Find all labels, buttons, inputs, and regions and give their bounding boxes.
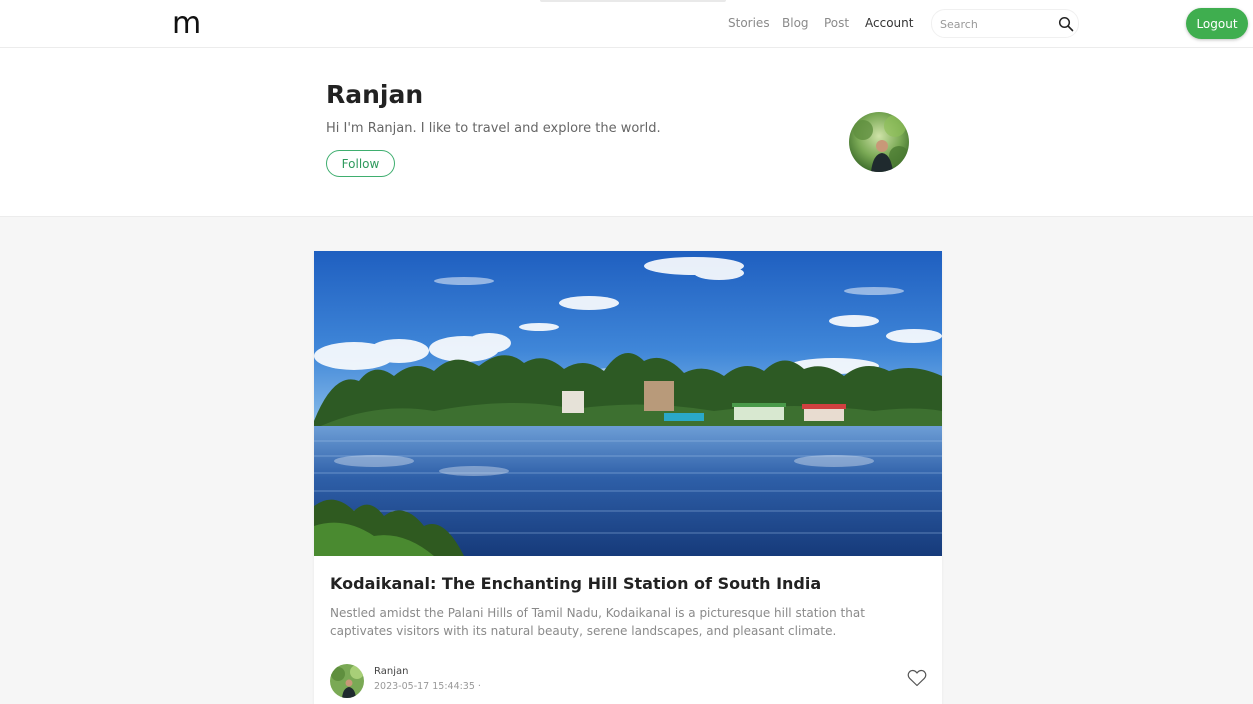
avatar [849,112,909,172]
profile-bio: Hi I'm Ranjan. I like to travel and expl… [326,121,661,136]
top-navbar: m Stories Blog Post Account Logout [0,0,1253,48]
follow-button[interactable]: Follow [326,150,395,177]
profile-header: Ranjan Hi I'm Ranjan. I like to travel a… [0,48,1253,217]
post-title[interactable]: Kodaikanal: The Enchanting Hill Station … [330,574,821,593]
search-input[interactable] [940,16,1050,32]
post-excerpt: Nestled amidst the Palani Hills of Tamil… [330,606,865,638]
post-cover-image[interactable] [314,251,942,556]
post-date: 2023-05-17 15:44:35 · [374,681,481,692]
site-logo[interactable]: m [172,6,201,41]
author-avatar[interactable] [330,664,364,698]
search-icon[interactable] [1058,16,1074,32]
logout-button[interactable]: Logout [1186,8,1248,39]
post-card[interactable]: Kodaikanal: The Enchanting Hill Station … [314,251,942,704]
nav-link-stories[interactable]: Stories [728,16,770,30]
profile-name: Ranjan [326,80,424,109]
nav-link-post[interactable]: Post [824,16,849,30]
heart-icon[interactable] [907,669,927,687]
nav-link-blog[interactable]: Blog [782,16,809,30]
nav-top-divider [540,0,726,2]
search-box [931,9,1079,38]
nav-link-account[interactable]: Account [865,16,913,30]
author-name[interactable]: Ranjan [374,666,408,677]
